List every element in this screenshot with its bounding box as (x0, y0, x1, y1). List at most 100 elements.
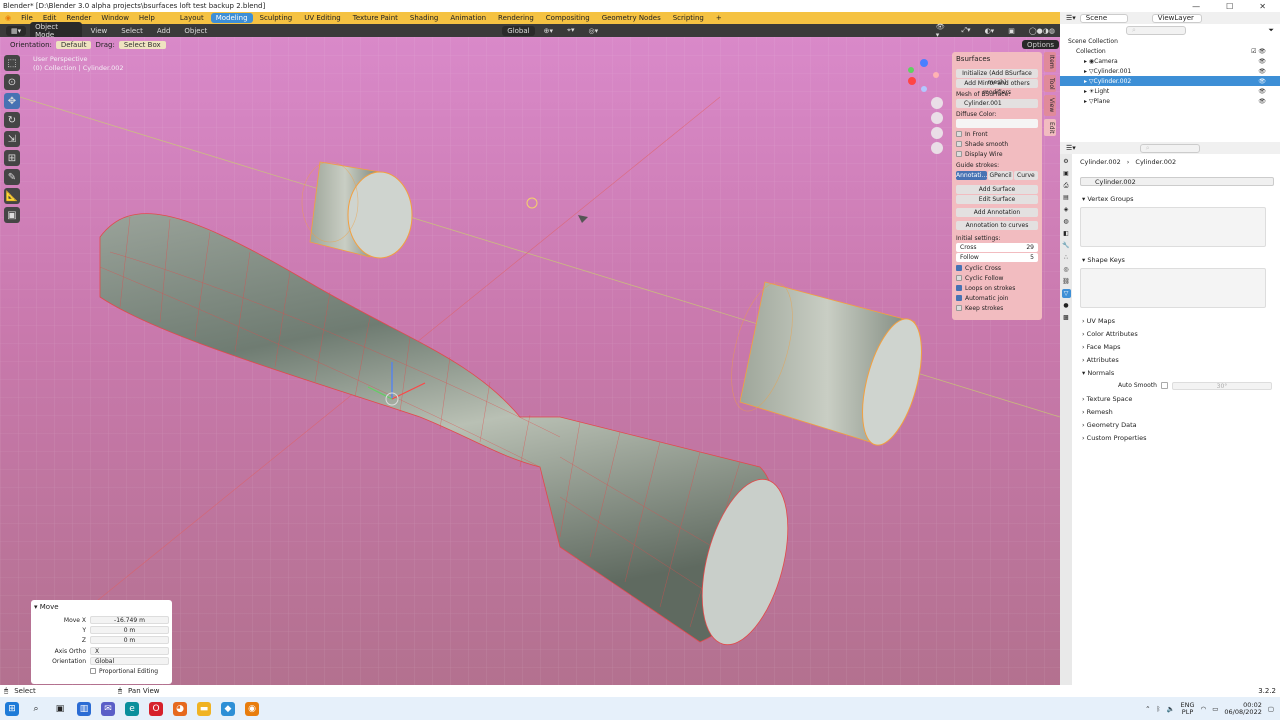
shape-keys-list[interactable] (1080, 268, 1266, 308)
xray-icon[interactable]: ▣ (1003, 26, 1020, 36)
camera-view-icon[interactable] (931, 127, 943, 139)
move-panel-title[interactable]: ▾ Move (34, 603, 169, 611)
minimize-button[interactable]: — (1192, 2, 1200, 11)
pan-icon[interactable] (931, 112, 943, 124)
outliner-search-input[interactable]: ⌕ (1126, 25, 1186, 35)
normals-panel[interactable]: ▾ Normals (1060, 366, 1280, 379)
menu-object[interactable]: Object (179, 26, 212, 36)
cyclic-cross-checkbox[interactable]: Cyclic Cross (956, 263, 1038, 273)
menu-render[interactable]: Render (61, 14, 96, 22)
pivot-icon[interactable]: ⊕▾ (539, 26, 558, 36)
cursor-tool-icon[interactable]: ⊙ (4, 74, 20, 90)
move-x-field[interactable]: -16.749 m (90, 616, 169, 624)
geometry-data-panel[interactable]: › Geometry Data (1060, 418, 1280, 431)
outliner-scene-collection[interactable]: Scene Collection (1060, 36, 1280, 46)
move-y-field[interactable]: 0 m (90, 626, 169, 634)
custom-properties-panel[interactable]: › Custom Properties (1060, 431, 1280, 444)
drag-select[interactable]: Select Box (118, 41, 166, 49)
tab-view[interactable]: View (1044, 95, 1056, 116)
transform-orientation-select[interactable]: Global (502, 25, 535, 36)
app-icon[interactable]: ◆ (221, 701, 235, 716)
menu-select[interactable]: Select (116, 26, 148, 36)
measure-tool-icon[interactable]: 📐 (4, 188, 20, 204)
battery-icon[interactable]: ▭ (1212, 705, 1218, 713)
blender-taskbar-icon[interactable]: ◉ (245, 701, 259, 716)
rotate-tool-icon[interactable]: ↻ (4, 112, 20, 128)
tool-tab-icon[interactable]: ⚙ (1062, 157, 1071, 166)
outliner-item-cylinder-002[interactable]: ▸ ▽ Cylinder.002 👁 (1060, 76, 1280, 86)
mesh-datablock-field[interactable]: Cylinder.002 (1080, 177, 1274, 186)
outliner-collection[interactable]: Collection ☑ 👁 (1060, 46, 1280, 56)
mesh-field[interactable]: Cylinder.001 (956, 99, 1038, 108)
tray-chevron-icon[interactable]: ⌃ (1145, 705, 1150, 713)
blender-logo-icon[interactable]: ◉ (0, 14, 16, 22)
menu-help[interactable]: Help (134, 14, 160, 22)
attributes-panel[interactable]: › Attributes (1060, 353, 1280, 366)
tab-modeling[interactable]: Modeling (210, 13, 253, 23)
language-indicator[interactable]: ENG PLP (1181, 701, 1195, 716)
menu-edit[interactable]: Edit (38, 14, 62, 22)
editor-type-icon[interactable]: ▦▾ (6, 25, 27, 36)
display-wire-checkbox[interactable]: Display Wire (956, 149, 1038, 159)
vertex-groups-list[interactable] (1080, 207, 1266, 247)
face-maps-panel[interactable]: › Face Maps (1060, 340, 1280, 353)
outliner-item-cylinder-001[interactable]: ▸ ▽ Cylinder.001 👁 (1060, 66, 1280, 76)
view-layer-field[interactable]: ViewLayer (1151, 13, 1202, 23)
axis-ortho-select[interactable]: X (90, 647, 169, 655)
vertex-groups-panel[interactable]: ▾ Vertex Groups (1060, 192, 1280, 205)
search-icon[interactable]: ⌕ (29, 702, 43, 716)
annotation-to-curves-button[interactable]: Annotation to curves (956, 221, 1038, 230)
scene-field[interactable]: Scene (1079, 13, 1128, 23)
outliner-item-light[interactable]: ▸ ☀ Light 👁 (1060, 86, 1280, 96)
menu-add[interactable]: Add (152, 26, 176, 36)
outliner-type-icon[interactable]: ☰▾ (1066, 14, 1076, 22)
select-box-tool-icon[interactable]: ⬚ (4, 55, 20, 71)
add-workspace-icon[interactable]: + (711, 13, 727, 23)
proportional-editing-checkbox[interactable]: Proportional Editing (34, 666, 169, 676)
tab-texture-paint[interactable]: Texture Paint (348, 13, 403, 23)
cyclic-follow-checkbox[interactable]: Cyclic Follow (956, 273, 1038, 283)
annotate-tool-icon[interactable]: ✎ (4, 169, 20, 185)
move-z-field[interactable]: 0 m (90, 636, 169, 644)
outliner-item-plane[interactable]: ▸ ▽ Plane 👁 (1060, 96, 1280, 106)
shape-keys-panel[interactable]: ▾ Shape Keys (1060, 253, 1280, 266)
output-tab-icon[interactable]: ⎙ (1062, 181, 1071, 190)
uv-maps-panel[interactable]: › UV Maps (1060, 314, 1280, 327)
widgets-icon[interactable]: ▥ (77, 701, 91, 716)
render-tab-icon[interactable]: ▣ (1062, 169, 1071, 178)
automatic-join-checkbox[interactable]: Automatic join (956, 293, 1038, 303)
shading-modes-icon[interactable]: ◯●◑◍ (1024, 26, 1060, 36)
bluetooth-icon[interactable]: ᛒ (1157, 705, 1161, 713)
3d-viewport[interactable]: Orientation: Default Drag: Select Box Op… (0, 37, 1060, 685)
auto-smooth-angle-field[interactable]: 30° (1172, 381, 1272, 390)
auto-smooth-checkbox[interactable] (1161, 382, 1168, 389)
outliner-item-camera[interactable]: ▸ ◉ Camera 👁 (1060, 56, 1280, 66)
transform-tool-icon[interactable]: ⊞ (4, 150, 20, 166)
task-view-icon[interactable]: ▣ (53, 702, 67, 716)
follow-field[interactable]: Follow 5 (956, 253, 1038, 262)
texture-space-panel[interactable]: › Texture Space (1060, 392, 1280, 405)
tab-sculpting[interactable]: Sculpting (255, 13, 298, 23)
gizmo-icon[interactable]: ⤢▾ (956, 25, 975, 36)
notification-icon[interactable]: ▢ (1268, 705, 1274, 713)
tab-gpencil[interactable]: GPencil (988, 171, 1013, 180)
edit-surface-button[interactable]: Edit Surface (956, 195, 1038, 204)
add-annotation-button[interactable]: Add Annotation (956, 208, 1038, 217)
diffuse-color-field[interactable] (956, 119, 1038, 128)
properties-type-icon[interactable]: ☰▾ (1066, 144, 1076, 152)
wifi-icon[interactable]: ◠ (1201, 705, 1207, 713)
properties-search-input[interactable]: ⌕ (1139, 143, 1200, 153)
shade-smooth-checkbox[interactable]: Shade smooth (956, 139, 1038, 149)
edge-icon[interactable]: e (125, 701, 139, 716)
remesh-panel[interactable]: › Remesh (1060, 405, 1280, 418)
chat-icon[interactable]: ✉ (101, 701, 115, 716)
options-button[interactable]: Options (1022, 40, 1060, 49)
clock[interactable]: 00:02 06/08/2022 (1224, 701, 1261, 716)
firefox-icon[interactable]: ◕ (173, 701, 187, 716)
move-tool-icon[interactable]: ✥ (4, 93, 20, 109)
add-surface-button[interactable]: Add Surface (956, 185, 1038, 194)
snap-icon[interactable]: ⌖▾ (562, 25, 579, 36)
tab-shading[interactable]: Shading (405, 13, 443, 23)
tab-tool[interactable]: Tool (1044, 74, 1056, 93)
tab-uv-editing[interactable]: UV Editing (299, 13, 346, 23)
